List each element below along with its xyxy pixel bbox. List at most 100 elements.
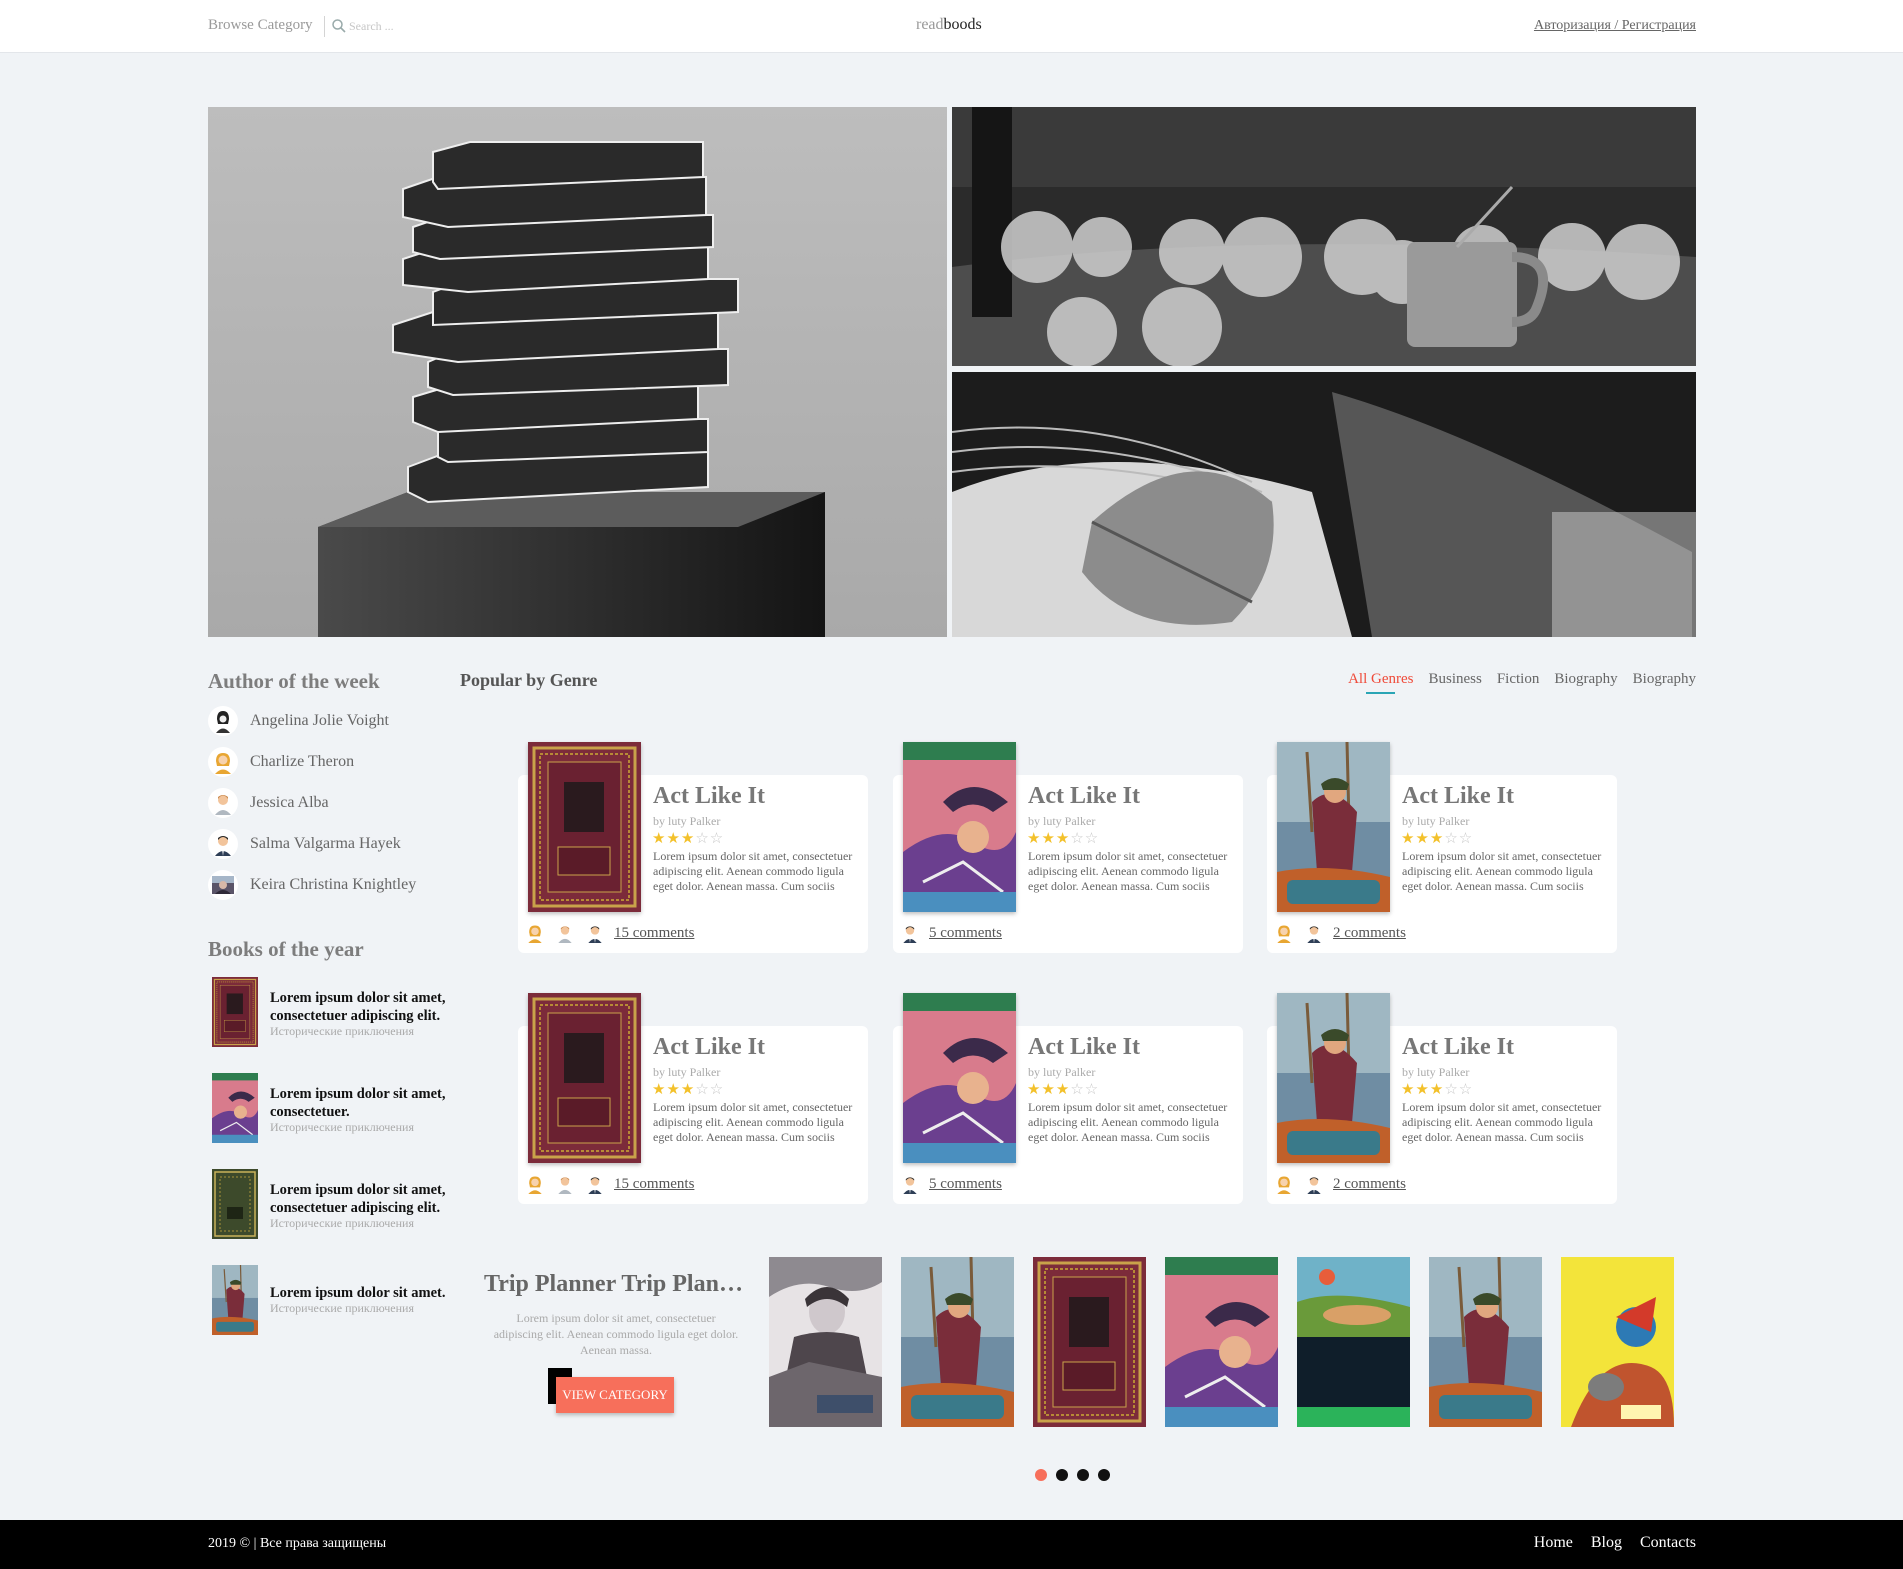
book-title: Act Like It: [653, 1034, 765, 1060]
site-logo[interactable]: readboods: [916, 16, 982, 34]
carousel-pagination: [1035, 1469, 1110, 1481]
author-item[interactable]: Charlize Theron: [208, 746, 458, 778]
book-card[interactable]: Act Like It by luty Palker ★★★☆☆ Lorem i…: [1267, 775, 1617, 953]
book-description: Lorem ipsum dolor sit amet, consectetuer…: [1402, 1100, 1602, 1146]
author-name: Jessica Alba: [250, 794, 329, 811]
book-cover: [212, 1169, 258, 1239]
carousel-dot-4[interactable]: [1098, 1469, 1110, 1481]
tab-all-genres[interactable]: All Genres: [1348, 671, 1413, 694]
author-item[interactable]: Angelina Jolie Voight: [208, 705, 458, 737]
author-item[interactable]: Jessica Alba: [208, 787, 458, 819]
popular-by-genre-title: Popular by Genre: [460, 670, 598, 690]
avatar-suit-icon: [582, 920, 608, 946]
tab-fiction[interactable]: Fiction: [1497, 671, 1540, 688]
book-cover: [212, 1073, 258, 1143]
book-of-year-item[interactable]: Lorem ipsum dolor sit amet. Исторические…: [212, 1265, 472, 1337]
book-title: Act Like It: [653, 783, 765, 809]
book-card[interactable]: Act Like It by luty Palker ★★★☆☆ Lorem i…: [518, 1026, 868, 1204]
tab-biography-2[interactable]: Biography: [1633, 671, 1696, 688]
book-genre: Исторические приключения: [270, 1301, 414, 1315]
search-icon[interactable]: [331, 18, 347, 34]
comments-link[interactable]: 5 comments: [929, 925, 1002, 942]
footer-link-home[interactable]: Home: [1534, 1534, 1573, 1552]
rating-stars: ★★★☆☆: [652, 1082, 725, 1098]
avatar-suit-icon: [1301, 1171, 1327, 1197]
carousel-book-cover[interactable]: [1033, 1257, 1146, 1427]
avatar-woman-icon: [522, 1171, 548, 1197]
book-author: by luty Palker: [1028, 814, 1096, 828]
tab-biography[interactable]: Biography: [1554, 671, 1617, 688]
top-header: Browse Category readboods Авторизация / …: [0, 0, 1903, 53]
book-author: by luty Palker: [1402, 1065, 1470, 1079]
book-of-year-item[interactable]: Lorem ipsum dolor sit amet, consectetuer…: [212, 977, 472, 1049]
book-card[interactable]: Act Like It by luty Palker ★★★☆☆ Lorem i…: [518, 775, 868, 953]
avatar-suit-icon: [208, 829, 238, 859]
avatar-suit-icon: [1301, 920, 1327, 946]
browse-category-link[interactable]: Browse Category: [208, 17, 313, 34]
book-description: Lorem ipsum dolor sit amet, consectetuer…: [653, 849, 853, 895]
comments-link[interactable]: 2 comments: [1333, 1176, 1406, 1193]
book-title: Act Like It: [1028, 783, 1140, 809]
carousel-book-cover[interactable]: [1429, 1257, 1542, 1427]
book-title: Act Like It: [1028, 1034, 1140, 1060]
carousel-dot-3[interactable]: [1077, 1469, 1089, 1481]
author-of-the-week-title: Author of the week: [208, 669, 380, 693]
avatar-woman-icon: [1271, 1171, 1297, 1197]
book-card[interactable]: Act Like It by luty Palker ★★★☆☆ Lorem i…: [893, 1026, 1243, 1204]
view-category-button[interactable]: VIEW CATEGORY: [556, 1377, 674, 1413]
book-cover: [528, 993, 641, 1163]
book-title: Lorem ipsum dolor sit amet, consectetuer…: [270, 1086, 446, 1120]
book-cover: [1277, 742, 1390, 912]
carousel-book-cover[interactable]: [1297, 1257, 1410, 1427]
book-cover: [903, 742, 1016, 912]
comments-link[interactable]: 15 comments: [614, 925, 694, 942]
search-input[interactable]: [349, 16, 469, 36]
avatar-suit-icon: [897, 1171, 923, 1197]
author-item[interactable]: Salma Valgarma Hayek: [208, 828, 458, 860]
comments-link[interactable]: 2 comments: [1333, 925, 1406, 942]
auth-register-link[interactable]: Авторизация / Регистрация: [1534, 18, 1696, 34]
book-card[interactable]: Act Like It by luty Palker ★★★☆☆ Lorem i…: [1267, 1026, 1617, 1204]
author-name: Salma Valgarma Hayek: [250, 835, 401, 852]
logo-boods: boods: [943, 16, 982, 33]
avatar-man-icon: [552, 1171, 578, 1197]
card-footer: 2 comments: [1271, 1171, 1406, 1197]
copyright-text: 2019 © | Все права защищены: [208, 1536, 387, 1551]
carousel-book-cover[interactable]: [1561, 1257, 1674, 1427]
card-footer: 5 comments: [897, 920, 1002, 946]
footer-link-contacts[interactable]: Contacts: [1640, 1534, 1696, 1552]
carousel-dot-1[interactable]: [1035, 1469, 1047, 1481]
book-author: by luty Palker: [1402, 814, 1470, 828]
page-footer: 2019 © | Все права защищены Home Blog Co…: [0, 1520, 1903, 1569]
book-genre: Исторические приключения: [270, 1216, 414, 1230]
book-cover: [903, 993, 1016, 1163]
trip-planner-description: Lorem ipsum dolor sit amet, consectetuer…: [493, 1311, 739, 1357]
footer-nav: Home Blog Contacts: [1534, 1534, 1696, 1552]
avatar-woman-icon: [1271, 920, 1297, 946]
book-genre: Исторические приключения: [270, 1024, 414, 1038]
hero-leaf-book-image: [952, 372, 1696, 637]
book-author: by luty Palker: [653, 814, 721, 828]
author-name: Keira Christina Knightley: [250, 876, 417, 893]
book-title: Act Like It: [1402, 1034, 1514, 1060]
comments-link[interactable]: 5 comments: [929, 1176, 1002, 1193]
carousel-book-cover[interactable]: [769, 1257, 882, 1427]
avatar-man-icon: [552, 920, 578, 946]
comments-link[interactable]: 15 comments: [614, 1176, 694, 1193]
tab-business[interactable]: Business: [1428, 671, 1481, 688]
footer-link-blog[interactable]: Blog: [1591, 1534, 1622, 1552]
book-card[interactable]: Act Like It by luty Palker ★★★☆☆ Lorem i…: [893, 775, 1243, 953]
book-of-year-item[interactable]: Lorem ipsum dolor sit amet, consectetuer…: [212, 1169, 472, 1241]
book-cover: [1277, 993, 1390, 1163]
book-description: Lorem ipsum dolor sit amet, consectetuer…: [653, 1100, 853, 1146]
book-title: Act Like It: [1402, 783, 1514, 809]
carousel-book-cover[interactable]: [901, 1257, 1014, 1427]
carousel-book-cover[interactable]: [1165, 1257, 1278, 1427]
header-divider: [324, 16, 325, 37]
book-of-year-item[interactable]: Lorem ipsum dolor sit amet, consectetuer…: [212, 1073, 472, 1145]
avatar-photo-icon: [208, 870, 238, 900]
author-item[interactable]: Keira Christina Knightley: [208, 869, 458, 901]
book-genre: Исторические приключения: [270, 1120, 414, 1134]
rating-stars: ★★★☆☆: [1401, 831, 1474, 847]
carousel-dot-2[interactable]: [1056, 1469, 1068, 1481]
